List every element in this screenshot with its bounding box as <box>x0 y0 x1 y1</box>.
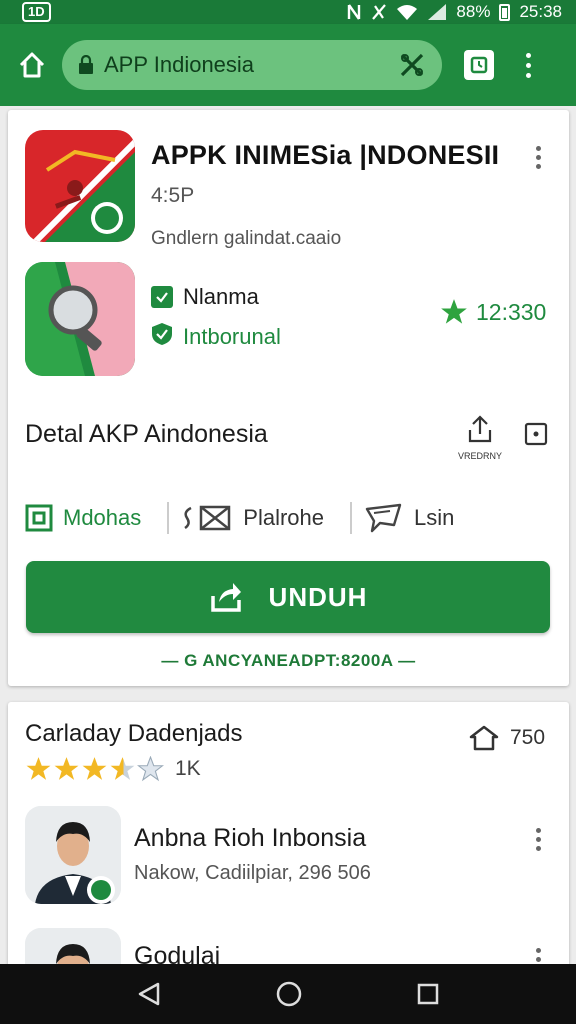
battery-percent: 88% <box>456 2 491 21</box>
star-icon <box>54 757 79 780</box>
feature-label: Nlanma <box>183 284 259 309</box>
app-more-icon[interactable] <box>536 146 541 169</box>
reviews-card: Carladay Dadenjads 1K 750 Anbna Rioh Inb… <box>8 702 569 964</box>
feature-row-1: Nlanma <box>151 284 259 310</box>
status-badge: 1D <box>22 2 51 22</box>
url-bar[interactable]: APP Indionesia <box>62 40 442 90</box>
download-share-icon <box>210 583 241 612</box>
tab-label: Mdohas <box>63 505 142 530</box>
rating-count: 1K <box>175 757 201 780</box>
app-card: APPK INIMESia |NDONESII 4:5P Gndlern gal… <box>8 110 569 686</box>
score-value: 12:330 <box>476 298 547 325</box>
detail-title: Detal AKP Aindonesia <box>25 420 268 448</box>
lock-icon <box>79 55 93 74</box>
download-button[interactable]: UNDUH <box>26 561 550 633</box>
check-square-icon <box>151 286 173 308</box>
tools-icon[interactable] <box>398 51 426 79</box>
app-rating: 4:5P <box>151 184 195 207</box>
tab-divider <box>350 502 352 534</box>
wifi-icon <box>396 3 418 21</box>
url-text: APP Indionesia <box>104 52 255 77</box>
share-icon <box>468 415 492 443</box>
score-badge: 12:330 <box>440 298 546 326</box>
tab-divider <box>167 502 170 534</box>
bookmark-icon <box>524 422 548 446</box>
star-empty-icon <box>137 756 164 782</box>
feature-label: Intborunal <box>183 324 281 349</box>
tab-chat[interactable]: Lsin <box>364 503 454 533</box>
avatar[interactable] <box>25 806 121 904</box>
star-icon <box>82 757 107 780</box>
pay-icon <box>184 505 231 531</box>
section-title: Carladay Dadenjads <box>25 720 243 747</box>
back-icon[interactable] <box>136 981 162 1007</box>
tab-payment[interactable]: Plalrohe <box>181 504 324 532</box>
section-home-count[interactable]: 750 <box>468 724 545 752</box>
square-icon <box>25 504 53 532</box>
app-screenshot-icon[interactable] <box>25 262 135 376</box>
battery-icon <box>499 3 511 21</box>
home-circle-icon[interactable] <box>275 980 303 1008</box>
tab-label: Plalrohe <box>243 505 324 530</box>
more-vert-icon[interactable] <box>518 52 538 78</box>
mute-icon <box>371 3 387 21</box>
tab-row: Mdohas Plalrohe Lsin <box>25 498 555 538</box>
home-icon <box>19 52 45 78</box>
star-icon <box>441 299 467 324</box>
recents-icon[interactable] <box>416 982 440 1006</box>
app-title: APPK INIMESia |NDONESII <box>151 140 500 170</box>
star-half-icon <box>110 757 135 780</box>
tab-details[interactable]: Mdohas <box>25 504 141 532</box>
star-rating: 1K <box>25 756 201 782</box>
chat-icon <box>365 503 402 533</box>
browser-toolbar: APP Indionesia <box>0 24 576 106</box>
share-button[interactable]: VREDRNY <box>452 414 508 461</box>
person-name: Godulai <box>134 942 221 964</box>
page-content: APPK INIMESia |NDONESII 4:5P Gndlern gal… <box>0 106 576 964</box>
count-value: 750 <box>510 726 546 749</box>
tabs-icon <box>470 56 488 74</box>
nfc-icon <box>346 3 362 21</box>
download-label: UNDUH <box>268 581 368 612</box>
star-icon <box>26 757 51 780</box>
feature-row-2: Intborunal <box>151 322 281 352</box>
tab-label: Lsin <box>414 505 455 530</box>
system-nav-bar <box>0 964 576 1024</box>
clock: 25:38 <box>519 2 562 21</box>
app-subtitle: Gndlern galindat.caaio <box>151 228 342 249</box>
signal-icon <box>427 3 447 21</box>
person-more-icon[interactable] <box>536 948 541 964</box>
status-bar: 1D 88% 25:38 <box>0 0 576 24</box>
share-label: VREDRNY <box>457 451 502 461</box>
person-more-icon[interactable] <box>536 828 541 851</box>
shield-check-icon <box>151 322 173 352</box>
tabs-button[interactable] <box>464 50 494 80</box>
bookmark-button[interactable] <box>524 422 548 451</box>
home-outline-icon <box>469 725 499 751</box>
download-note: — G ANCYANEADPT:8200A — <box>161 651 416 670</box>
app-icon[interactable] <box>25 130 135 242</box>
home-button[interactable] <box>12 45 52 85</box>
person-name: Anbna Rioh Inbonsia <box>134 824 367 852</box>
avatar[interactable] <box>25 928 121 964</box>
person-location: Nakow, Cadiilpiar, 296 506 <box>134 862 371 884</box>
